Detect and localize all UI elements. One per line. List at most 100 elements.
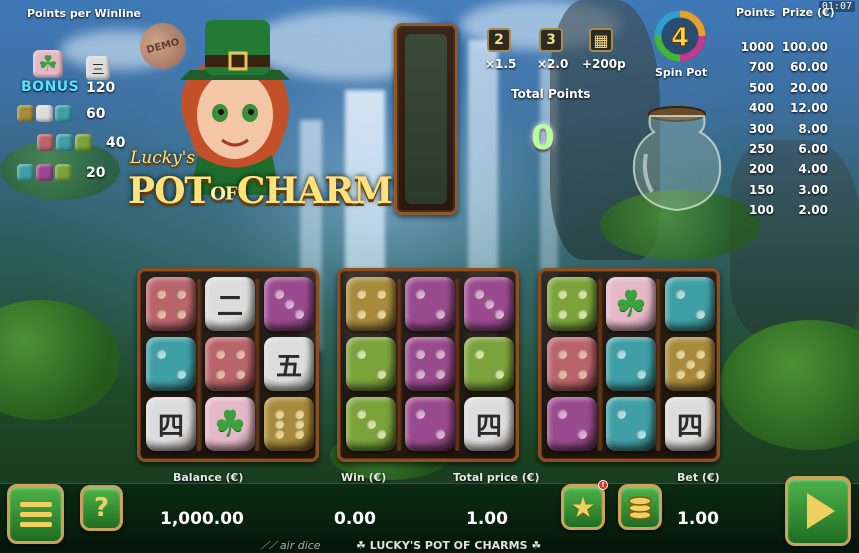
die-pip — [577, 349, 587, 359]
red-die-icon — [37, 134, 54, 151]
die-pip — [235, 349, 245, 359]
die-pip — [636, 429, 646, 439]
reel-3-die-8 — [606, 397, 656, 451]
reel-1-die-5 — [205, 337, 255, 391]
die-pip — [557, 289, 567, 299]
die-pip — [435, 429, 445, 439]
reel-3: ☘ 四 — [538, 268, 720, 462]
grid-icon: ▦ — [589, 28, 613, 52]
die-pip — [176, 289, 186, 299]
reel-3-die-9: 四 — [665, 397, 715, 451]
die-pip — [356, 409, 366, 419]
notification-badge: ! — [598, 480, 608, 490]
purple-die-icon — [36, 164, 53, 181]
die-pip — [577, 429, 587, 439]
die-pip — [376, 309, 386, 319]
die-pip — [616, 409, 626, 419]
prize-value-header: Prize (€) — [782, 6, 835, 19]
green-die-icon — [55, 164, 72, 181]
die-pip — [284, 299, 294, 309]
teal-die-icon — [56, 134, 73, 151]
game-title-footer: ☘ LUCKY'S POT OF CHARMS ☘ — [356, 539, 542, 552]
win-value: 0.00 — [334, 509, 376, 529]
help-button[interactable]: ? — [80, 485, 123, 531]
reel-1-die-7: 四 — [146, 397, 196, 451]
paytable-value: 60 — [86, 105, 106, 122]
die-pip — [376, 289, 386, 299]
die-pip — [484, 299, 494, 309]
die-pip — [366, 419, 376, 429]
logo-pot: POT — [128, 170, 211, 212]
paytable-row-20: 20 — [17, 164, 105, 181]
reel-2-die-4 — [346, 337, 396, 391]
die-glyph: 四 — [475, 411, 502, 442]
paytable-value: 120 — [86, 80, 116, 96]
die-pip — [474, 289, 484, 299]
die-pip — [675, 289, 685, 299]
die-pip — [415, 369, 425, 379]
reel-1-die-4 — [146, 337, 196, 391]
menu-button[interactable] — [7, 484, 64, 544]
die-pip — [274, 409, 284, 419]
star-icon: ★ — [570, 490, 596, 524]
points-per-winline-title: Points per Winline — [27, 7, 142, 20]
die-pip — [356, 349, 366, 359]
bonus-label: BONUS — [21, 79, 80, 95]
prize-row: 100 2.00 — [748, 203, 828, 217]
bonus-clover-die-icon: ☘ — [33, 50, 63, 78]
die-pip — [695, 369, 705, 379]
spin-pot-ring-icon: 4 — [654, 10, 706, 62]
bet-coins-button[interactable] — [618, 484, 662, 530]
die-glyph: 二 — [216, 291, 243, 322]
die-pip — [435, 369, 445, 379]
teal-die-icon — [17, 164, 34, 181]
prize-row: 700 60.00 — [748, 60, 828, 74]
prize-row: 500 20.00 — [748, 81, 828, 95]
prize-row: 1000 100.00 — [740, 40, 828, 54]
reel-3-die-6 — [665, 337, 715, 391]
multiplier-3-box: 3 — [539, 28, 563, 52]
die-pip — [356, 289, 366, 299]
spin-play-button[interactable] — [785, 476, 851, 546]
total-price-value: 1.00 — [466, 509, 508, 529]
bonus-glyph-die-icon: 三 — [86, 56, 110, 80]
coin-stack-icon — [628, 496, 652, 520]
multiplier-label: ×2.0 — [537, 57, 569, 71]
die-pip — [557, 409, 567, 419]
die-pip — [294, 429, 304, 439]
die-pip — [695, 349, 705, 359]
die-pip — [176, 309, 186, 319]
reel-3-die-5 — [606, 337, 656, 391]
logo-lucky: Lucky's — [130, 148, 196, 168]
reel-2-die-5 — [405, 337, 455, 391]
paytable-row-60: 60 — [17, 105, 105, 122]
reel-1: 二五四 ☘ — [137, 268, 319, 462]
die-pip — [415, 289, 425, 299]
brand-logo: ⟋⟋ air dice — [261, 539, 321, 552]
die-pip — [415, 349, 425, 359]
reel-1-die-2: 二 — [205, 277, 255, 331]
die-pip — [675, 369, 685, 379]
hamburger-icon — [19, 501, 52, 507]
die-pip — [294, 419, 304, 429]
bet-value: 1.00 — [677, 509, 719, 529]
die-pip — [274, 419, 284, 429]
die-pip — [376, 369, 386, 379]
reel-1-die-3 — [264, 277, 314, 331]
die-pip — [557, 369, 567, 379]
die-pip — [156, 289, 166, 299]
die-pip — [294, 409, 304, 419]
prize-row: 300 8.00 — [748, 122, 828, 136]
spin-pot-label: Spin Pot — [655, 66, 708, 79]
favorites-button[interactable]: ★ — [561, 484, 605, 530]
die-pip — [577, 309, 587, 319]
reel-1-die-1 — [146, 277, 196, 331]
paytable-row-40: 40 — [37, 134, 125, 151]
die-pip — [215, 369, 225, 379]
die-glyph: 四 — [157, 411, 184, 442]
die-pip — [557, 309, 567, 319]
die-pip — [435, 349, 445, 359]
reel-1-die-6: 五 — [264, 337, 314, 391]
die-pip — [435, 309, 445, 319]
die-pip — [685, 359, 695, 369]
